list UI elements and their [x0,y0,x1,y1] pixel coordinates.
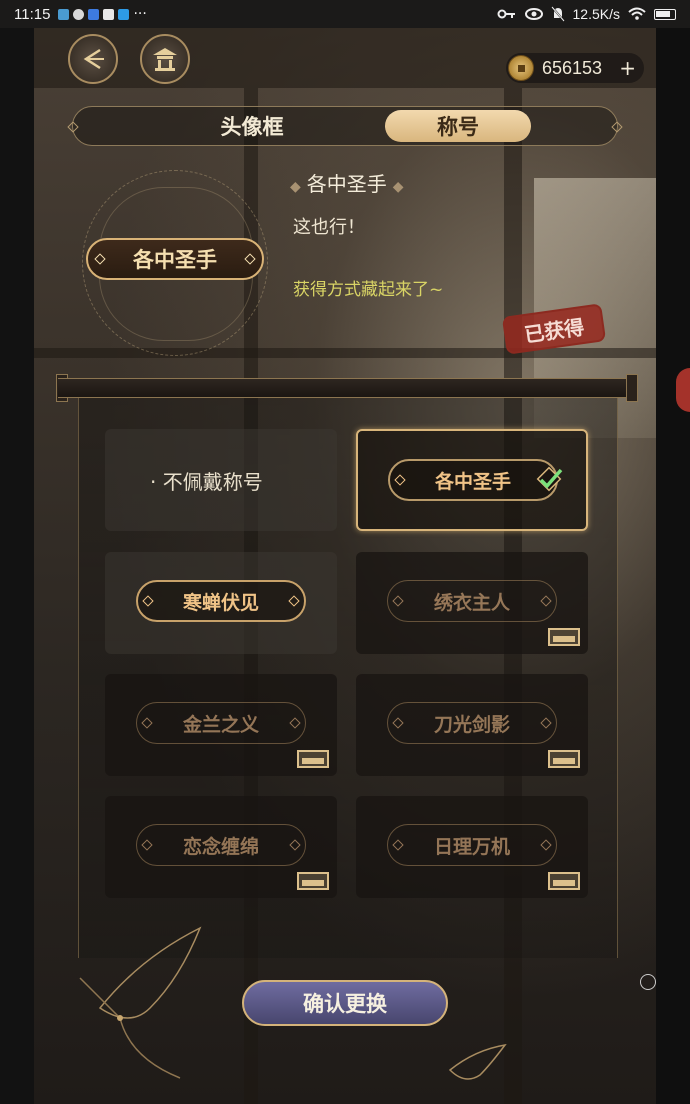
currency-amount: 656153 [542,57,603,78]
preview-title-chip: 各中圣手 [86,238,264,280]
locked-badge-icon [297,750,329,768]
wifi-icon [628,7,646,20]
currency-display: 656153 + [506,53,644,83]
tab-title[interactable]: 称号 [385,110,531,142]
confirm-change-button[interactable]: 确认更换 [242,980,448,1026]
no-title-label: · 不佩戴称号 [150,470,263,494]
title-item-label: 寒蝉伏见 [182,591,259,614]
left-letterbox [0,28,34,1104]
scroll-rod [58,378,636,398]
title-item-label: 各中圣手 [434,470,511,493]
locked-badge-icon [297,872,329,890]
title-item-label: 金兰之义 [182,713,259,736]
key-icon [497,9,515,19]
small-crane-icon [448,1043,507,1080]
mute-bell-icon [550,6,565,22]
home-button[interactable] [140,34,190,84]
category-tabs: 头像框 称号 [67,106,623,146]
locked-badge-icon [548,750,580,768]
title-item-label: 日理万机 [433,835,510,858]
scroll-cap-right [626,374,638,402]
battery-icon [654,8,676,20]
app-notification-icon-2 [103,8,115,20]
right-letterbox [656,28,690,1104]
preview-acquire-hint: 获得方式藏起来了~ [293,280,444,300]
copper-coin-icon [508,55,534,81]
back-arrow-icon [83,48,104,70]
title-item-locked[interactable]: 日理万机 [356,796,588,898]
equipped-check-icon [536,466,563,492]
preview-chip-label: 各中圣手 [133,247,217,272]
status-bar: 11:15 ··· 12.5K/s [0,0,690,28]
name-ornament-right: ◆ [392,179,404,195]
status-time: 11:15 [14,5,51,23]
floating-assist-button[interactable] [640,974,656,990]
preview-title-name: ◆ 各中圣手 ◆ [290,172,404,196]
gallery-notification-icon [58,8,70,20]
title-item-locked[interactable]: 绣衣主人 [356,552,588,654]
more-notifications: ··· [133,6,147,22]
name-ornament-left: ◆ [290,179,301,195]
back-button[interactable] [68,34,118,84]
notification-icons: ··· [58,6,147,22]
title-item-locked[interactable]: 恋念缠绵 [105,796,337,898]
title-item-label: 恋念缠绵 [182,835,259,858]
preview-description: 这也行！ [293,217,365,238]
title-item-label: 绣衣主人 [433,591,510,614]
crane-ornament-icon [79,926,202,1079]
browser-notification-icon [118,8,130,20]
title-item-locked[interactable]: 金兰之义 [105,674,337,776]
pavilion-icon [153,48,177,71]
network-speed: 12.5K/s [572,6,620,22]
tab-avatar-frame[interactable]: 头像框 [179,110,325,142]
add-currency-button[interactable]: + [619,56,636,80]
title-item-owned[interactable]: 寒蝉伏见 [105,552,337,654]
chat-notification-icon [73,8,85,20]
app-notification-icon [88,8,100,20]
title-item-label: 刀光剑影 [433,713,510,736]
side-floating-tab[interactable] [676,368,690,412]
locked-badge-icon [548,628,580,646]
eye-icon [524,8,543,20]
locked-badge-icon [548,872,580,890]
title-item-locked[interactable]: 刀光剑影 [356,674,588,776]
